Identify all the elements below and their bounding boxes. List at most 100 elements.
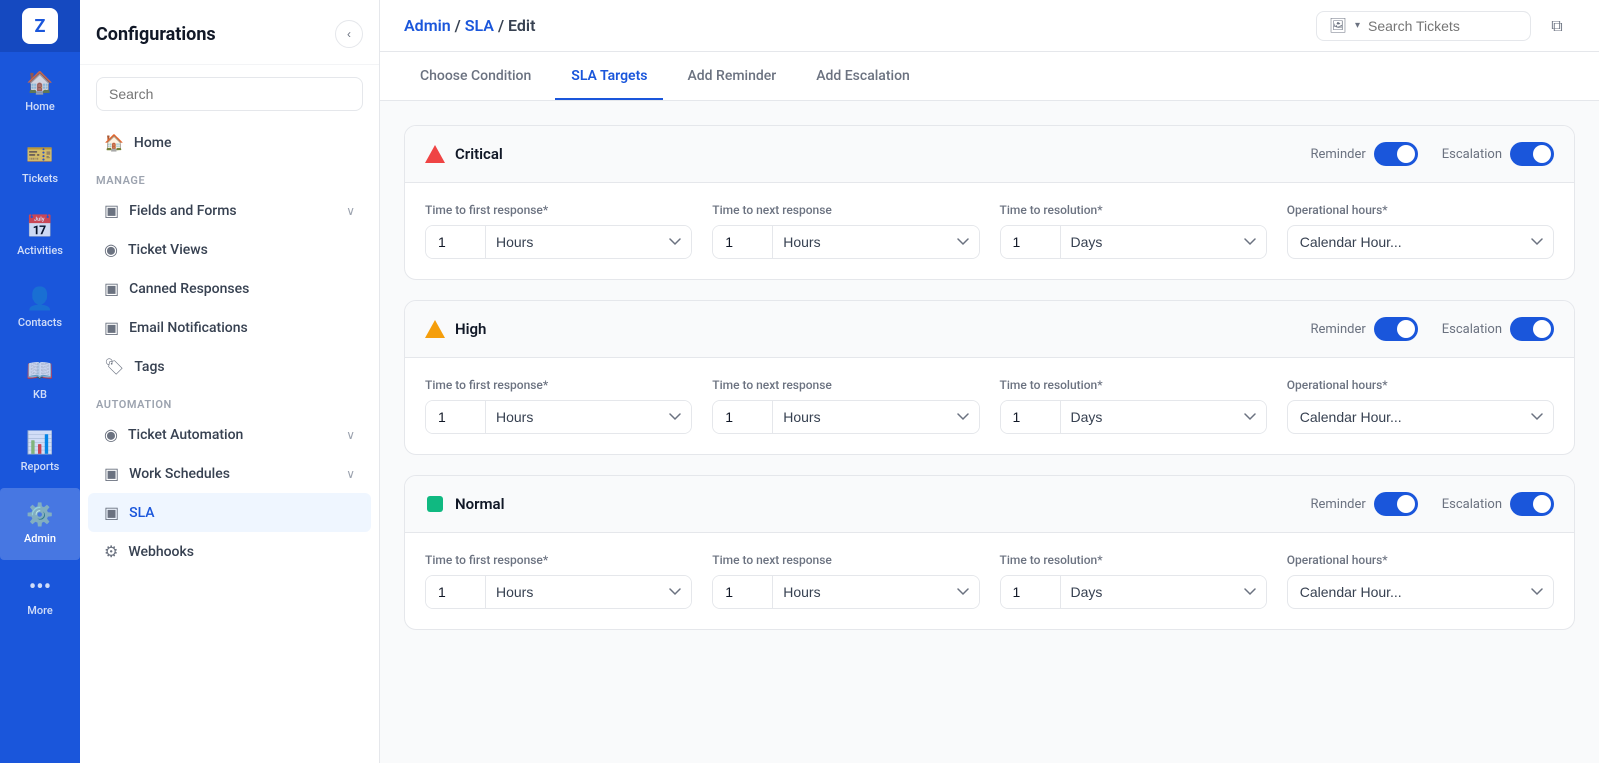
search-tickets-container: 🖼 ▾ <box>1316 11 1531 41</box>
critical-next-response-value[interactable] <box>713 226 773 258</box>
search-tickets-input[interactable] <box>1368 18 1518 34</box>
critical-next-response-label: Time to next response <box>712 203 979 217</box>
critical-first-response-row: Hours Days <box>425 225 692 259</box>
sidebar-item-ticket-automation[interactable]: ◉ Ticket Automation ∨ <box>88 415 371 454</box>
critical-next-response-row: Hours Days <box>712 225 979 259</box>
normal-resolution-value[interactable] <box>1001 576 1061 608</box>
critical-escalation-toggle[interactable] <box>1510 142 1554 166</box>
critical-reminder-toggle[interactable] <box>1374 142 1418 166</box>
critical-operational-hours-select[interactable]: Calendar Hour... <box>1287 225 1554 259</box>
nav-label-home: Home <box>25 100 55 113</box>
breadcrumb: Admin / SLA / Edit <box>404 16 535 35</box>
normal-first-response-unit[interactable]: Hours Days <box>486 576 691 608</box>
normal-resolution-unit[interactable]: Days Hours <box>1061 576 1266 608</box>
high-first-response-unit[interactable]: Hours Days <box>486 401 691 433</box>
nav-item-home[interactable]: 🏠 Home <box>0 56 80 128</box>
normal-reminder-label: Reminder <box>1311 497 1366 512</box>
sidebar-item-tags[interactable]: 🏷 Tags <box>88 347 371 386</box>
nav-item-admin[interactable]: ⚙️ Admin <box>0 488 80 560</box>
high-reminder-toggle[interactable] <box>1374 317 1418 341</box>
normal-label: Normal <box>455 495 1301 513</box>
nav-item-tickets[interactable]: 🎫 Tickets <box>0 128 80 200</box>
normal-reminder-group: Reminder <box>1311 492 1418 516</box>
more-icon: ••• <box>29 575 51 600</box>
normal-first-response-value[interactable] <box>426 576 486 608</box>
breadcrumb-admin[interactable]: Admin <box>404 16 451 35</box>
critical-first-response-value[interactable] <box>426 226 486 258</box>
sidebar-item-canned-responses[interactable]: ▣ Canned Responses <box>88 269 371 308</box>
sidebar-item-home-label: Home <box>134 135 172 151</box>
normal-escalation-toggle[interactable] <box>1510 492 1554 516</box>
high-next-response-unit[interactable]: Hours Days <box>773 401 978 433</box>
high-first-response-row: Hours Days <box>425 400 692 434</box>
search-dropdown-icon[interactable]: ▾ <box>1355 20 1360 31</box>
sidebar-item-email-notifications[interactable]: ▣ Email Notifications <box>88 308 371 347</box>
nav-item-reports[interactable]: 📊 Reports <box>0 416 80 488</box>
tab-add-escalation[interactable]: Add Escalation <box>800 52 926 100</box>
normal-priority-icon <box>425 494 445 514</box>
sidebar-item-sla[interactable]: ▣ SLA <box>88 493 371 532</box>
high-operational-hours-label: Operational hours* <box>1287 378 1554 392</box>
breadcrumb-sla[interactable]: SLA <box>465 16 494 35</box>
high-toggles: Reminder Escalation <box>1311 317 1555 341</box>
critical-resolution-value[interactable] <box>1001 226 1061 258</box>
sidebar-search-input[interactable] <box>96 77 363 111</box>
sidebar-item-fields-forms[interactable]: ▣ Fields and Forms ∨ <box>88 191 371 230</box>
sidebar-item-home[interactable]: 🏠 Home <box>88 123 371 162</box>
main-content: Admin / SLA / Edit 🖼 ▾ ⧉ Choose Conditio… <box>380 0 1599 763</box>
high-reminder-label: Reminder <box>1311 322 1366 337</box>
critical-fields: Time to first response* Hours Days Time … <box>405 183 1574 279</box>
tickets-icon: 🎫 <box>26 143 53 168</box>
sidebar: Configurations ‹ 🏠 Home MANAGE ▣ Fields … <box>80 0 380 763</box>
critical-priority-icon <box>425 144 445 164</box>
sidebar-item-ticket-views-label: Ticket Views <box>128 242 208 258</box>
normal-operational-hours-label: Operational hours* <box>1287 553 1554 567</box>
normal-next-response-value[interactable] <box>713 576 773 608</box>
high-next-response-value[interactable] <box>713 401 773 433</box>
sidebar-item-sla-label: SLA <box>129 505 154 521</box>
tab-sla-targets[interactable]: SLA Targets <box>555 52 663 100</box>
home-nav-icon: 🏠 <box>104 133 124 152</box>
sla-section-high: High Reminder Escalation Ti <box>404 300 1575 455</box>
critical-resolution-label: Time to resolution* <box>1000 203 1267 217</box>
sidebar-header: Configurations ‹ <box>80 0 379 65</box>
nav-label-reports: Reports <box>21 460 60 473</box>
critical-escalation-label: Escalation <box>1442 147 1502 162</box>
critical-next-response-unit[interactable]: Hours Days <box>773 226 978 258</box>
nav-item-activities[interactable]: 📅 Activities <box>0 200 80 272</box>
sidebar-item-work-schedules[interactable]: ▣ Work Schedules ∨ <box>88 454 371 493</box>
nav-item-contacts[interactable]: 👤 Contacts <box>0 272 80 344</box>
nav-label-contacts: Contacts <box>18 316 62 329</box>
nav-item-more[interactable]: ••• More <box>0 560 80 632</box>
sidebar-collapse-button[interactable]: ‹ <box>335 20 363 48</box>
sidebar-item-ticket-views[interactable]: ◉ Ticket Views <box>88 230 371 269</box>
critical-resolution-unit[interactable]: Days Hours <box>1061 226 1266 258</box>
high-next-response-label: Time to next response <box>712 378 979 392</box>
critical-reminder-group: Reminder <box>1311 142 1418 166</box>
normal-operational-hours-select[interactable]: Calendar Hour... <box>1287 575 1554 609</box>
high-operational-hours: Operational hours* Calendar Hour... <box>1287 378 1554 434</box>
high-fields: Time to first response* Hours Days Time … <box>405 358 1574 454</box>
normal-first-response-label: Time to first response* <box>425 553 692 567</box>
critical-first-response-unit[interactable]: Hours Days <box>486 226 691 258</box>
normal-next-response-unit[interactable]: Hours Days <box>773 576 978 608</box>
high-first-response-value[interactable] <box>426 401 486 433</box>
high-first-response-label: Time to first response* <box>425 378 692 392</box>
normal-operational-hours: Operational hours* Calendar Hour... <box>1287 553 1554 609</box>
normal-reminder-toggle[interactable] <box>1374 492 1418 516</box>
filter-button[interactable]: ⧉ <box>1539 8 1575 44</box>
critical-triangle <box>425 145 445 163</box>
normal-resolution-label: Time to resolution* <box>1000 553 1267 567</box>
tab-choose-condition[interactable]: Choose Condition <box>404 52 547 100</box>
normal-next-response-label: Time to next response <box>712 553 979 567</box>
contacts-icon: 👤 <box>26 287 53 312</box>
sla-section-normal: Normal Reminder Escalation <box>404 475 1575 630</box>
nav-item-kb[interactable]: 📖 KB <box>0 344 80 416</box>
high-operational-hours-select[interactable]: Calendar Hour... <box>1287 400 1554 434</box>
high-resolution-unit[interactable]: Days Hours <box>1061 401 1266 433</box>
search-tickets-icon: 🖼 <box>1329 18 1347 34</box>
sidebar-item-webhooks[interactable]: ⚙ Webhooks <box>88 532 371 571</box>
high-resolution-value[interactable] <box>1001 401 1061 433</box>
high-escalation-toggle[interactable] <box>1510 317 1554 341</box>
tab-add-reminder[interactable]: Add Reminder <box>671 52 792 100</box>
